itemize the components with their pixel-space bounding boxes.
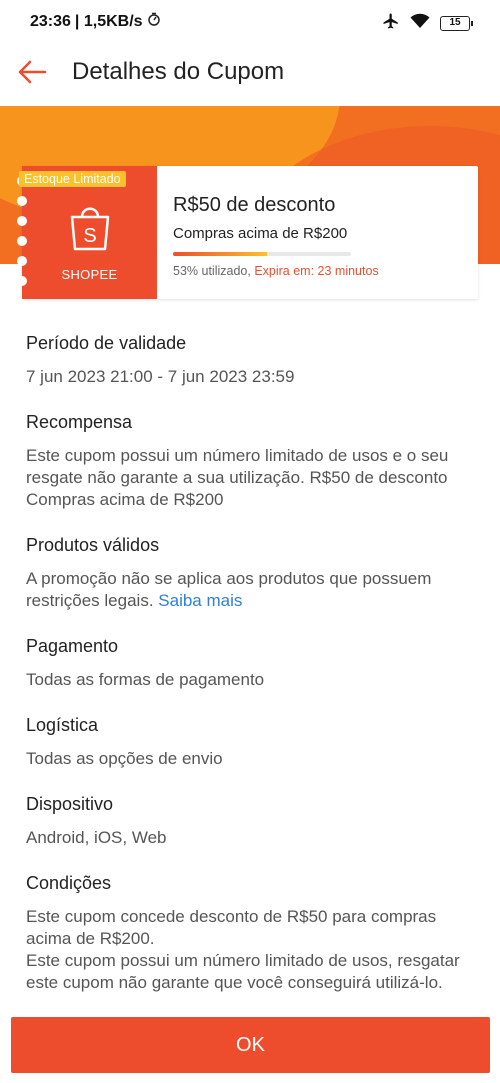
section-body: Todas as formas de pagamento xyxy=(26,670,265,689)
section-valid-products: Produtos válidos A promoção não se aplic… xyxy=(26,532,474,612)
section-title: Dispositivo xyxy=(26,794,114,814)
section-body: A promoção não se aplica aos produtos qu… xyxy=(26,568,474,612)
back-button[interactable] xyxy=(14,56,50,92)
status-bar: 23:36 | 1,5KB/s 15 xyxy=(0,0,500,44)
expire-text: Expira em: 23 minutos xyxy=(254,264,379,278)
battery-icon: 15 xyxy=(440,16,473,31)
status-time: 23:36 xyxy=(30,12,71,30)
status-right: 15 xyxy=(382,12,473,35)
section-device: Dispositivo Android, iOS, Web xyxy=(26,791,474,849)
coupon-min-purchase: Compras acima de R$200 xyxy=(173,225,348,242)
learn-more-link[interactable]: Saiba mais xyxy=(158,591,242,610)
shopping-bag-icon: S xyxy=(67,202,113,257)
coupon-card: Estoque Limitado S SHOPEE R$50 de descon… xyxy=(17,166,478,299)
network-speed: | 1,5KB/s xyxy=(74,12,143,30)
svg-text:S: S xyxy=(83,225,96,247)
brand-label: SHOPEE xyxy=(61,266,118,282)
section-conditions: Condições Este cupom concede desconto de… xyxy=(26,870,474,994)
section-reward: Recompensa Este cupom possui um número l… xyxy=(26,409,474,511)
section-title: Produtos válidos xyxy=(26,535,160,555)
coupon-notch xyxy=(17,236,27,246)
section-logistics: Logística Todas as opções de envio xyxy=(26,712,474,770)
usage-progress-bar xyxy=(173,252,351,256)
section-validity: Período de validade 7 jun 2023 21:00 - 7… xyxy=(26,330,474,388)
usage-line: 53% utilizado, Expira em: 23 minutos xyxy=(173,264,478,278)
coupon-notch xyxy=(17,276,27,286)
coupon-notch xyxy=(17,196,27,206)
section-title: Período de validade xyxy=(26,333,187,353)
section-title: Pagamento xyxy=(26,636,119,656)
arrow-left-icon xyxy=(17,60,47,89)
coupon-notch xyxy=(17,256,27,266)
timer-icon xyxy=(147,12,161,31)
section-body: Este cupom possui um número limitado de … xyxy=(26,951,460,992)
page-title: Detalhes do Cupom xyxy=(72,58,285,85)
wifi-icon xyxy=(410,13,430,34)
footer: OK xyxy=(0,1005,500,1083)
coupon-brand-panel: Estoque Limitado S SHOPEE xyxy=(17,166,157,299)
section-body: Este cupom concede desconto de R$50 para… xyxy=(26,907,437,948)
airplane-icon xyxy=(382,12,400,35)
coupon-details[interactable]: Período de validade 7 jun 2023 21:00 - 7… xyxy=(26,330,474,1005)
section-body: 7 jun 2023 21:00 - 7 jun 2023 23:59 xyxy=(26,367,295,386)
section-body: Android, iOS, Web xyxy=(26,828,167,847)
app-header: Detalhes do Cupom xyxy=(0,44,500,106)
status-left: 23:36 | 1,5KB/s xyxy=(30,12,161,31)
usage-text: 53% utilizado, xyxy=(173,264,255,278)
section-title: Recompensa xyxy=(26,412,133,432)
section-body: Todas as opções de envio xyxy=(26,749,223,768)
usage-progress-fill xyxy=(173,252,268,256)
section-title: Logística xyxy=(26,715,99,735)
coupon-discount-title: R$50 de desconto xyxy=(173,194,336,216)
ok-button[interactable]: OK xyxy=(11,1017,490,1073)
coupon-notch xyxy=(17,216,27,226)
limited-stock-badge: Estoque Limitado xyxy=(19,171,126,187)
section-title: Condições xyxy=(26,873,112,893)
coupon-info: R$50 de desconto Compras acima de R$200 … xyxy=(157,166,478,299)
section-body: Este cupom possui um número limitado de … xyxy=(26,446,449,509)
section-payment: Pagamento Todas as formas de pagamento xyxy=(26,633,474,691)
